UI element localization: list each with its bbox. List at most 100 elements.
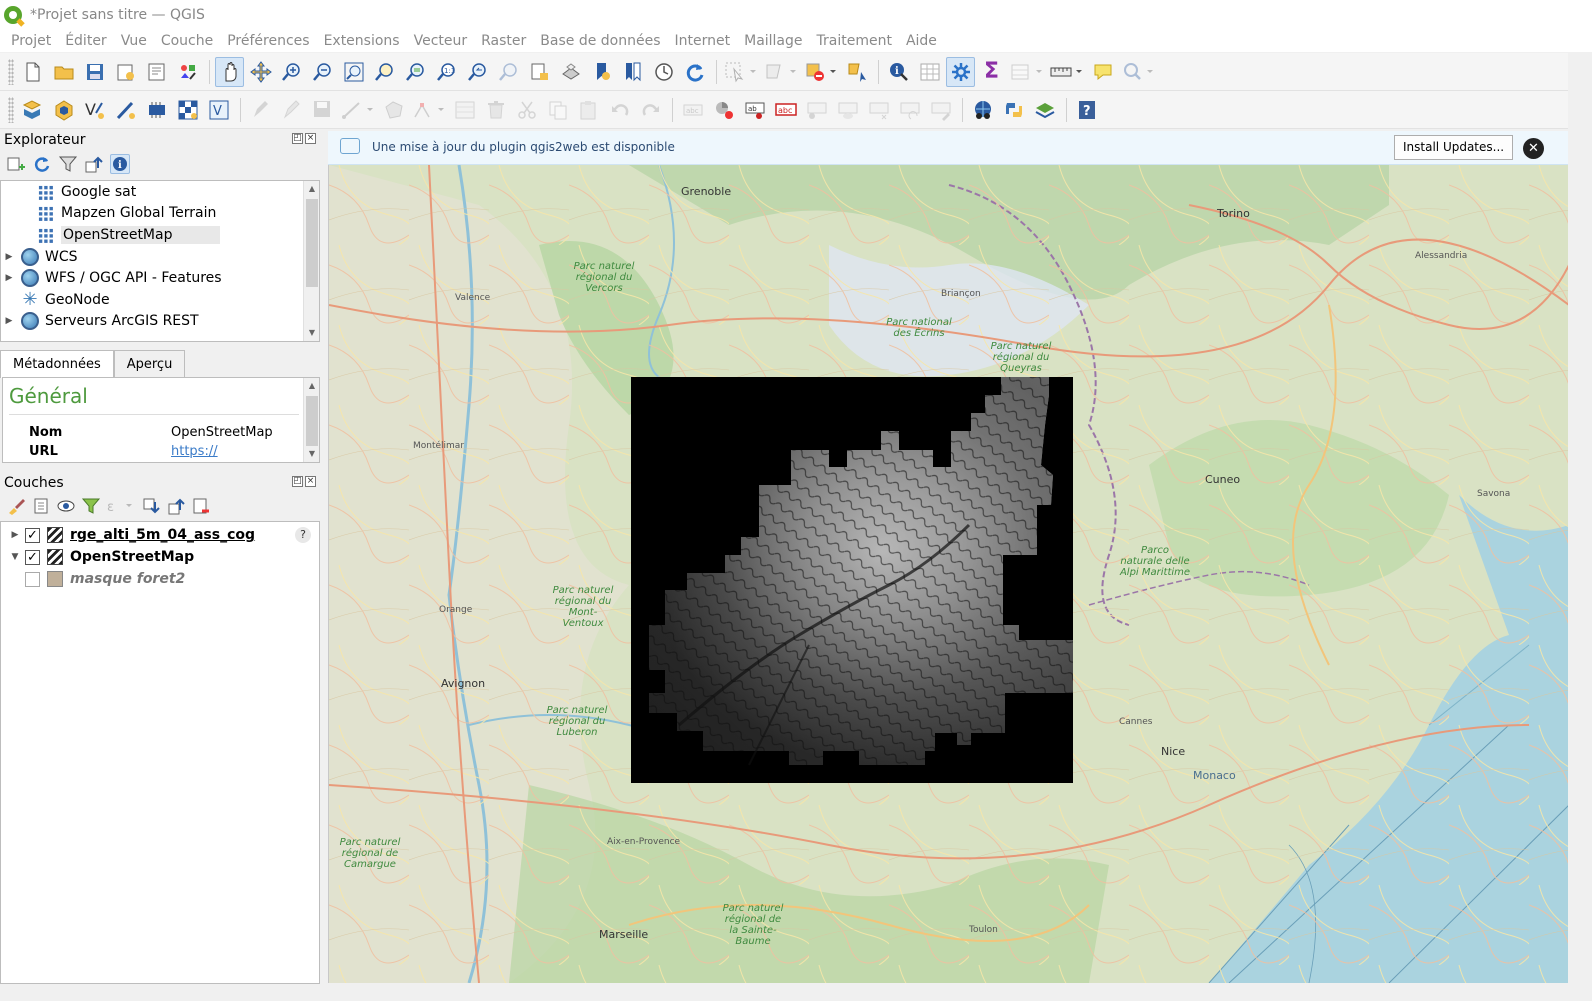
new-3d-map-view-icon[interactable] <box>556 57 585 87</box>
menu-traitement[interactable]: Traitement <box>810 33 899 49</box>
zoom-full-icon[interactable] <box>339 57 368 87</box>
menu-couche[interactable]: Couche <box>154 33 220 49</box>
close-panel-icon[interactable]: × <box>305 476 316 487</box>
field-calculator-icon[interactable] <box>1008 57 1046 87</box>
collapse-arrow-icon[interactable]: ▼ <box>9 552 21 562</box>
zoom-next-icon[interactable] <box>494 57 523 87</box>
modify-attributes-icon[interactable] <box>450 95 479 125</box>
show-hide-labels-icon[interactable] <box>833 95 862 125</box>
new-print-layout-button[interactable] <box>111 57 140 87</box>
properties-info-icon[interactable]: i <box>110 154 130 174</box>
toolbox-gear-icon[interactable] <box>946 56 975 87</box>
data-source-manager-icon[interactable] <box>18 95 47 125</box>
add-raster-layer-icon[interactable] <box>173 95 202 125</box>
zoom-native-resolution-icon[interactable]: 1:1 <box>432 57 461 87</box>
identify-features-icon[interactable]: i <box>884 57 913 87</box>
explorer-scrollbar[interactable]: ▲ ▼ <box>303 181 319 341</box>
map-canvas[interactable]: Torino Grenoble Briançon Valence Cuneo A… <box>328 165 1568 983</box>
tab-metadonnees[interactable]: Métadonnées <box>0 350 114 378</box>
layer-visibility-checkbox[interactable]: ✓ <box>25 527 40 543</box>
show-bookmarks-icon[interactable] <box>618 57 647 87</box>
measure-line-icon[interactable] <box>1048 57 1086 87</box>
menu-preferences[interactable]: Préférences <box>220 33 316 49</box>
scroll-thumb[interactable] <box>306 396 318 446</box>
tree-item-arcgis-rest[interactable]: ▶ Serveurs ArcGIS REST <box>1 311 305 333</box>
layer-visibility-checkbox[interactable]: ✓ <box>25 549 40 565</box>
install-updates-button[interactable]: Install Updates... <box>1394 135 1514 160</box>
redo-icon[interactable] <box>636 95 665 125</box>
select-by-location-icon[interactable] <box>842 57 871 87</box>
metadata-url-link[interactable]: https:// <box>171 444 218 459</box>
statistics-sigma-icon[interactable]: Σ <box>977 57 1006 87</box>
scroll-down-icon[interactable]: ▼ <box>304 446 319 462</box>
close-notification-icon[interactable]: ✕ <box>1523 138 1544 159</box>
save-layer-edits-icon[interactable] <box>308 95 337 125</box>
tab-apercu[interactable]: Aperçu <box>113 350 186 378</box>
menu-projet[interactable]: Projet <box>4 33 58 49</box>
toolbar-grip[interactable] <box>8 96 14 123</box>
style-manager-button[interactable] <box>173 57 202 87</box>
new-map-view-icon[interactable] <box>525 57 554 87</box>
save-project-button[interactable] <box>80 57 109 87</box>
open-project-button[interactable] <box>49 57 78 87</box>
deselect-features-icon[interactable] <box>802 57 840 87</box>
expand-arrow-icon[interactable]: ▶ <box>9 530 21 540</box>
tree-item-mapzen-global-terrain[interactable]: Mapzen Global Terrain <box>1 203 305 225</box>
pin-labels-icon[interactable] <box>802 95 831 125</box>
float-panel-icon[interactable]: ◰ <box>292 476 303 487</box>
pan-map-icon[interactable] <box>215 56 244 87</box>
rotate-label-icon[interactable] <box>895 95 924 125</box>
undo-icon[interactable] <box>605 95 634 125</box>
move-label-icon[interactable] <box>864 95 893 125</box>
current-edits-icon[interactable] <box>246 95 275 125</box>
tree-item-google-sat[interactable]: Google sat <box>1 181 305 203</box>
add-group-icon[interactable] <box>31 496 51 516</box>
tree-item-openstreetmap[interactable]: OpenStreetMap <box>1 224 305 246</box>
scroll-down-icon[interactable]: ▼ <box>304 325 319 341</box>
locator-search-icon[interactable] <box>1119 57 1157 87</box>
menu-maillage[interactable]: Maillage <box>737 33 809 49</box>
select-features-icon[interactable] <box>722 57 760 87</box>
new-bookmark-icon[interactable] <box>587 57 616 87</box>
add-delimited-text-layer-icon[interactable] <box>111 95 140 125</box>
menu-vecteur[interactable]: Vecteur <box>407 33 475 49</box>
manage-map-themes-eye-icon[interactable] <box>56 496 76 516</box>
refresh-icon[interactable] <box>680 57 709 87</box>
zoom-last-icon[interactable] <box>463 57 492 87</box>
menu-aide[interactable]: Aide <box>899 33 944 49</box>
show-unplaced-labels-icon[interactable]: abc <box>771 95 800 125</box>
layer-row-rge-alti[interactable]: ▶ ✓ rge_alti_5m_04_ass_cog ? <box>1 524 319 546</box>
tree-item-wfs[interactable]: ▶ WFS / OGC API - Features <box>1 267 305 289</box>
add-selected-layers-icon[interactable] <box>6 154 26 174</box>
float-panel-icon[interactable]: ◰ <box>292 133 303 144</box>
metadata-scrollbar[interactable]: ▲ ▼ <box>303 378 319 462</box>
layer-row-masque-foret2[interactable]: masque foret2 <box>1 568 319 590</box>
add-vector-layer-icon[interactable]: V <box>80 95 109 125</box>
digitize-with-segment-icon[interactable] <box>339 95 377 125</box>
add-spatialite-layer-icon[interactable] <box>142 95 171 125</box>
layer-diagram-options-icon[interactable] <box>709 95 738 125</box>
expand-arrow-icon[interactable]: ▶ <box>3 252 15 262</box>
plugin-layers-icon[interactable] <box>1030 95 1059 125</box>
copy-features-icon[interactable] <box>543 95 572 125</box>
map-tips-icon[interactable] <box>1088 57 1117 87</box>
add-geopackage-layer-icon[interactable] <box>49 95 78 125</box>
layer-visibility-checkbox[interactable] <box>25 571 40 587</box>
menu-base-de-donnees[interactable]: Base de données <box>533 33 667 49</box>
layer-styling-brush-icon[interactable] <box>6 496 26 516</box>
expand-arrow-icon[interactable]: ▶ <box>3 316 15 326</box>
collapse-all-icon[interactable] <box>84 154 104 174</box>
expand-all-icon[interactable] <box>141 496 161 516</box>
vertex-tool-icon[interactable] <box>410 95 448 125</box>
pan-to-selection-icon[interactable] <box>246 57 275 87</box>
temporal-controller-icon[interactable] <box>649 57 678 87</box>
close-panel-icon[interactable]: × <box>305 133 316 144</box>
label-toolbar-icon[interactable]: abc <box>678 95 707 125</box>
unknown-crs-question-icon[interactable]: ? <box>295 527 311 543</box>
menu-vue[interactable]: Vue <box>114 33 154 49</box>
select-by-value-icon[interactable] <box>762 57 800 87</box>
remove-layer-icon[interactable] <box>191 496 211 516</box>
toggle-editing-icon[interactable] <box>277 95 306 125</box>
filter-by-expression-icon[interactable]: ε <box>106 496 136 516</box>
scroll-up-icon[interactable]: ▲ <box>304 181 319 197</box>
